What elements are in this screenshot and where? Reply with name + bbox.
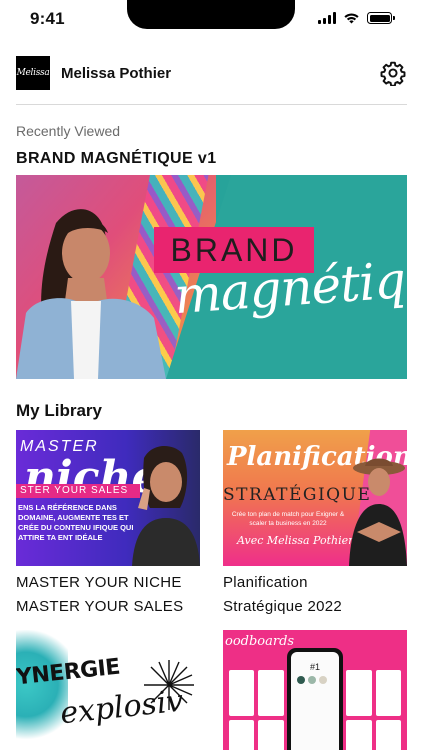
header-divider (16, 104, 407, 105)
thumb-text: Crée ton plan de match pour Exigner & sc… (231, 511, 345, 527)
card-title-line1: MASTER YOUR NICHE (16, 574, 182, 591)
thumb-signature: Avec Melissa Pothier (237, 534, 354, 547)
library-card-master-your-niche[interactable]: MASTER niche STER YOUR SALES ENS LA RÉFÉ… (16, 430, 200, 620)
thumb-portrait-illustration (349, 458, 407, 566)
status-time: 9:41 (30, 9, 65, 28)
settings-button[interactable] (379, 59, 407, 87)
battery-icon (367, 12, 395, 24)
wifi-icon (344, 13, 359, 24)
thumb-paint-splash (16, 630, 68, 750)
recent-item-banner[interactable]: BRAND magnétique (16, 175, 407, 379)
library-card-synergie[interactable]: YNERGIE explosiv (16, 630, 200, 750)
gear-icon (380, 61, 406, 86)
my-library-heading: My Library (16, 401, 102, 420)
avatar-logo-text: Melissa (16, 68, 50, 78)
card-thumbnail: YNERGIE explosiv (16, 630, 200, 750)
status-bar: 9:41 (0, 0, 422, 40)
thumb-banner: STER YOUR SALES (16, 484, 140, 498)
recent-item-title[interactable]: BRAND MAGNÉTIQUE v1 (16, 150, 217, 168)
device-notch (127, 0, 295, 29)
thumb-text: oodboards (225, 634, 295, 649)
phone-screen: #1 (291, 652, 339, 750)
avatar[interactable]: Melissa (16, 56, 50, 90)
library-card-planification[interactable]: Planification STRATÉGIQUE Crée ton plan … (223, 430, 407, 620)
color-swatches (297, 676, 327, 684)
recently-viewed-caption: Recently Viewed (16, 123, 121, 139)
card-thumbnail: Planification STRATÉGIQUE Crée ton plan … (223, 430, 407, 566)
thumb-text: STER YOUR SALES (20, 485, 129, 496)
card-title-line1: Planification (223, 574, 308, 591)
status-icons (318, 12, 395, 24)
library-card-moodboards[interactable]: oodboards #1 (223, 630, 407, 750)
profile-header: Melissa Melissa Pothier (16, 56, 407, 90)
card-title-line2: MASTER YOUR SALES (16, 598, 184, 615)
thumb-phone-mockup: #1 (287, 648, 343, 750)
phone-label: #1 (309, 662, 320, 672)
card-thumbnail: oodboards #1 (223, 630, 407, 750)
burst-icon (144, 660, 194, 710)
cellular-signal-icon (318, 12, 336, 24)
card-thumbnail: MASTER niche STER YOUR SALES ENS LA RÉFÉ… (16, 430, 200, 566)
thumb-text: ENS LA RÉFÉRENCE DANS DOMAINE, AUGMENTE … (18, 503, 134, 542)
thumb-portrait-illustration (132, 446, 200, 566)
card-title-line2: Stratégique 2022 (223, 598, 343, 615)
banner-portrait-illustration (16, 209, 166, 379)
user-name: Melissa Pothier (61, 64, 172, 82)
